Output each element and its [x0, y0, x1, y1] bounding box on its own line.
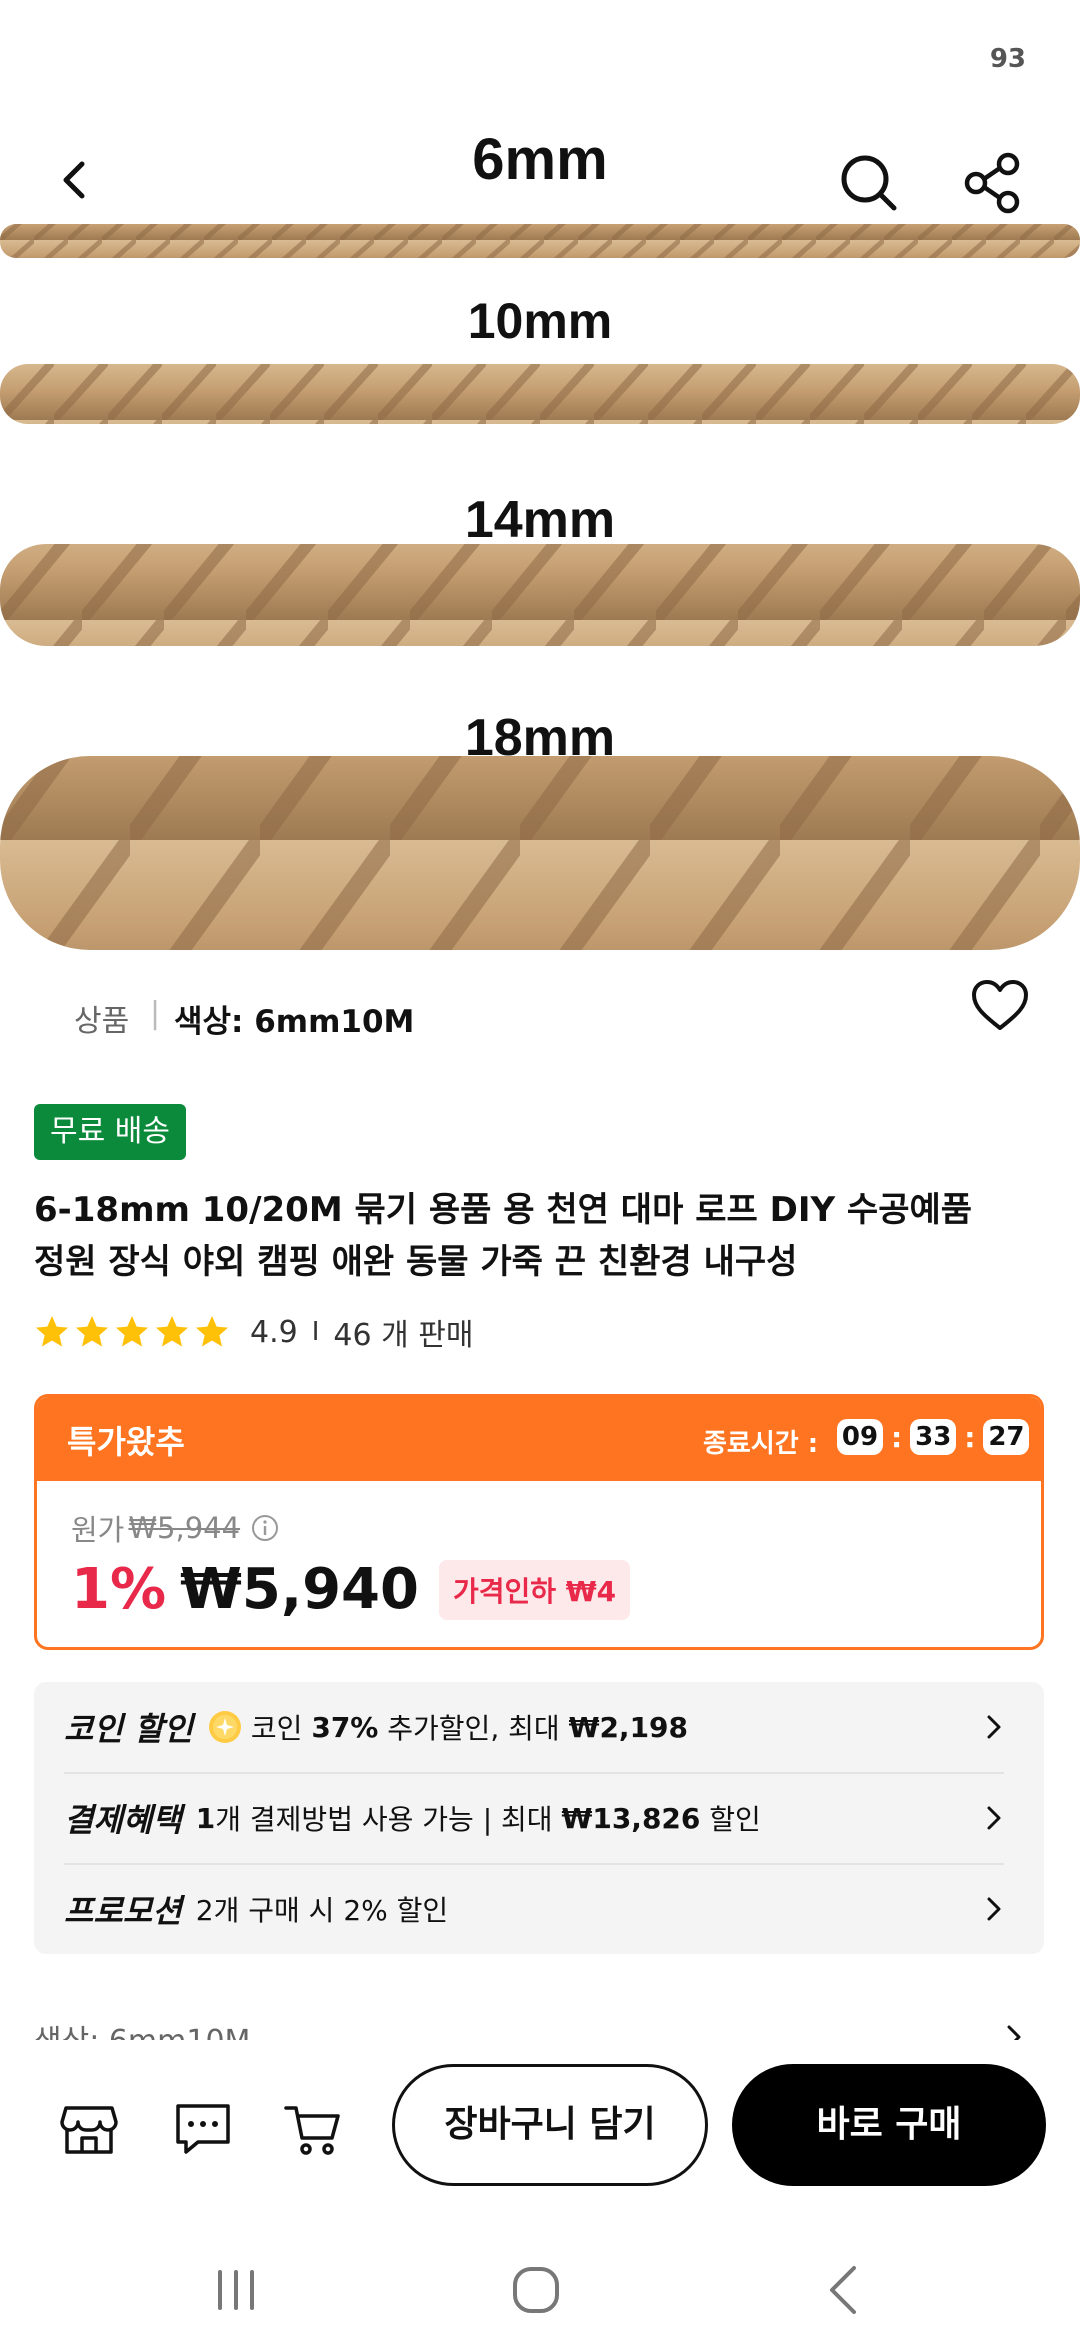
original-price: ₩5,944 [128, 1511, 241, 1545]
search-icon [841, 155, 897, 211]
original-price-label: 원가 [71, 1513, 125, 1547]
promotion-text: 2개 구매 시 2% 할인 [195, 1894, 449, 1927]
chevron-right-icon [987, 1806, 1001, 1830]
store-button[interactable] [58, 2098, 120, 2160]
share-button[interactable] [960, 150, 1026, 216]
star-icon [36, 1316, 68, 1347]
add-to-cart-button[interactable]: 장바구니 담기 [392, 2064, 708, 2186]
sale-price: ₩5,940 [180, 1557, 419, 1622]
option-crumb: 상품 [74, 1004, 130, 1039]
rope-6mm [0, 224, 1080, 258]
original-price-row: 원가 ₩5,944 [71, 1507, 280, 1549]
star-icon [156, 1316, 188, 1347]
rope-10mm [0, 364, 1080, 424]
rope-label-10mm: 10mm [467, 293, 613, 349]
system-back-button[interactable] [814, 2260, 874, 2320]
coin-discount-label: 코인 할인 [64, 1710, 193, 1748]
recent-apps-icon [218, 2270, 254, 2310]
info-icon[interactable] [250, 1513, 280, 1543]
rating-value: 4.9 [250, 1314, 298, 1350]
home-icon [513, 2267, 559, 2313]
coin-icon [208, 1711, 241, 1743]
star-icon [196, 1316, 228, 1347]
rating-row[interactable]: 4.9 I 46 개 판매 [34, 1310, 473, 1354]
buy-now-button[interactable]: 바로 구매 [732, 2064, 1046, 2186]
chevron-right-icon [987, 1715, 1001, 1739]
chat-button[interactable] [172, 2098, 234, 2160]
coin-discount-row[interactable]: 코인 할인 코인 37% 추가할인, 최대 ₩2,198 [34, 1682, 1044, 1772]
system-navigation-bar [0, 2240, 1080, 2340]
promotion-row[interactable]: 프로모션 2개 구매 시 2% 할인 [34, 1864, 1044, 1954]
price-row: 1% ₩5,940 가격인하 ₩4 [71, 1557, 631, 1622]
rating-stars [34, 1314, 230, 1350]
back-icon [830, 2266, 856, 2314]
product-image[interactable]: 6mm 10mm 14mm 18mm [0, 120, 1080, 980]
battery-level: 93 [989, 44, 1026, 74]
sold-count: 46 개 판매 [333, 1318, 474, 1353]
promotion-label: 프로모션 [64, 1892, 182, 1930]
bottom-action-bar: 장바구니 담기 바로 구매 [0, 2040, 1080, 2240]
recent-apps-button[interactable] [206, 2260, 266, 2320]
search-button[interactable] [836, 150, 902, 216]
benefits-panel: 코인 할인 코인 37% 추가할인, 최대 ₩2,198 결제혜택 1개 결제방… [34, 1682, 1044, 1954]
store-icon [60, 2106, 118, 2154]
timer-hours: 09 [837, 1419, 883, 1455]
chevron-right-icon [987, 1897, 1001, 1921]
deal-label: 특가왔추 [67, 1423, 185, 1461]
free-shipping-badge: 무료 배송 [34, 1104, 186, 1160]
home-button[interactable] [506, 2260, 566, 2320]
back-button[interactable] [44, 150, 104, 210]
chat-icon [176, 2104, 230, 2154]
special-deal-box: 특가왔추 종료시간 : 09 : 33 : 27 원가 ₩5,944 1% ₩5… [34, 1394, 1044, 1650]
discount-percent: 1% [71, 1557, 167, 1622]
product-title: 6-18mm 10/20M 묶기 용품 용 천연 대마 로프 DIY 수공예품 … [34, 1184, 1044, 1288]
wishlist-button[interactable] [968, 974, 1032, 1038]
timer-minutes: 33 [910, 1419, 957, 1455]
star-icon [116, 1316, 148, 1347]
star-icon [76, 1316, 108, 1347]
countdown-timer: 09 : 33 : 27 [837, 1419, 1030, 1455]
payment-benefit-text: 1개 결제방법 사용 가능 | 최대 ₩13,826 할인 [195, 1801, 761, 1837]
chevron-left-icon [63, 161, 85, 199]
share-icon [964, 152, 1020, 214]
status-bar: 93 [0, 0, 1080, 120]
coin-discount-text: 코인 37% 추가할인, 최대 ₩2,198 [207, 1707, 688, 1747]
price-drop-badge: 가격인하 ₩4 [438, 1559, 631, 1620]
payment-benefit-label: 결제혜택 [64, 1801, 182, 1839]
payment-benefit-row[interactable]: 결제혜택 1개 결제방법 사용 가능 | 최대 ₩13,826 할인 [34, 1773, 1044, 1863]
rope-label-6mm: 6mm [472, 127, 608, 192]
rope-illustration [0, 224, 1080, 950]
heart-icon [972, 980, 1028, 1030]
timer-seconds: 27 [983, 1419, 1030, 1455]
deal-ends-label: 종료시간 : [703, 1429, 819, 1459]
rope-label-14mm: 14mm [464, 491, 616, 549]
cart-button[interactable] [282, 2098, 344, 2160]
rope-label-18mm: 18mm [464, 709, 616, 767]
title-line-2: 정원 장식 야외 캠핑 애완 동물 가죽 끈 친환경 내구성 [34, 1242, 798, 1282]
selected-option: 색상: 6mm10M [174, 1004, 415, 1040]
option-separator: | [150, 996, 161, 1031]
cart-icon [284, 2106, 340, 2155]
deal-header: 특가왔추 종료시간 : 09 : 33 : 27 [37, 1397, 1041, 1481]
rope-14mm [0, 544, 1080, 646]
selected-option-row: 상품 | 색상: 6mm10M [0, 980, 1080, 1062]
rope-18mm [0, 756, 1080, 950]
rating-separator: I [311, 1317, 320, 1347]
title-line-1: 6-18mm 10/20M 묶기 용품 용 천연 대마 로프 DIY 수공예품 [34, 1190, 973, 1230]
